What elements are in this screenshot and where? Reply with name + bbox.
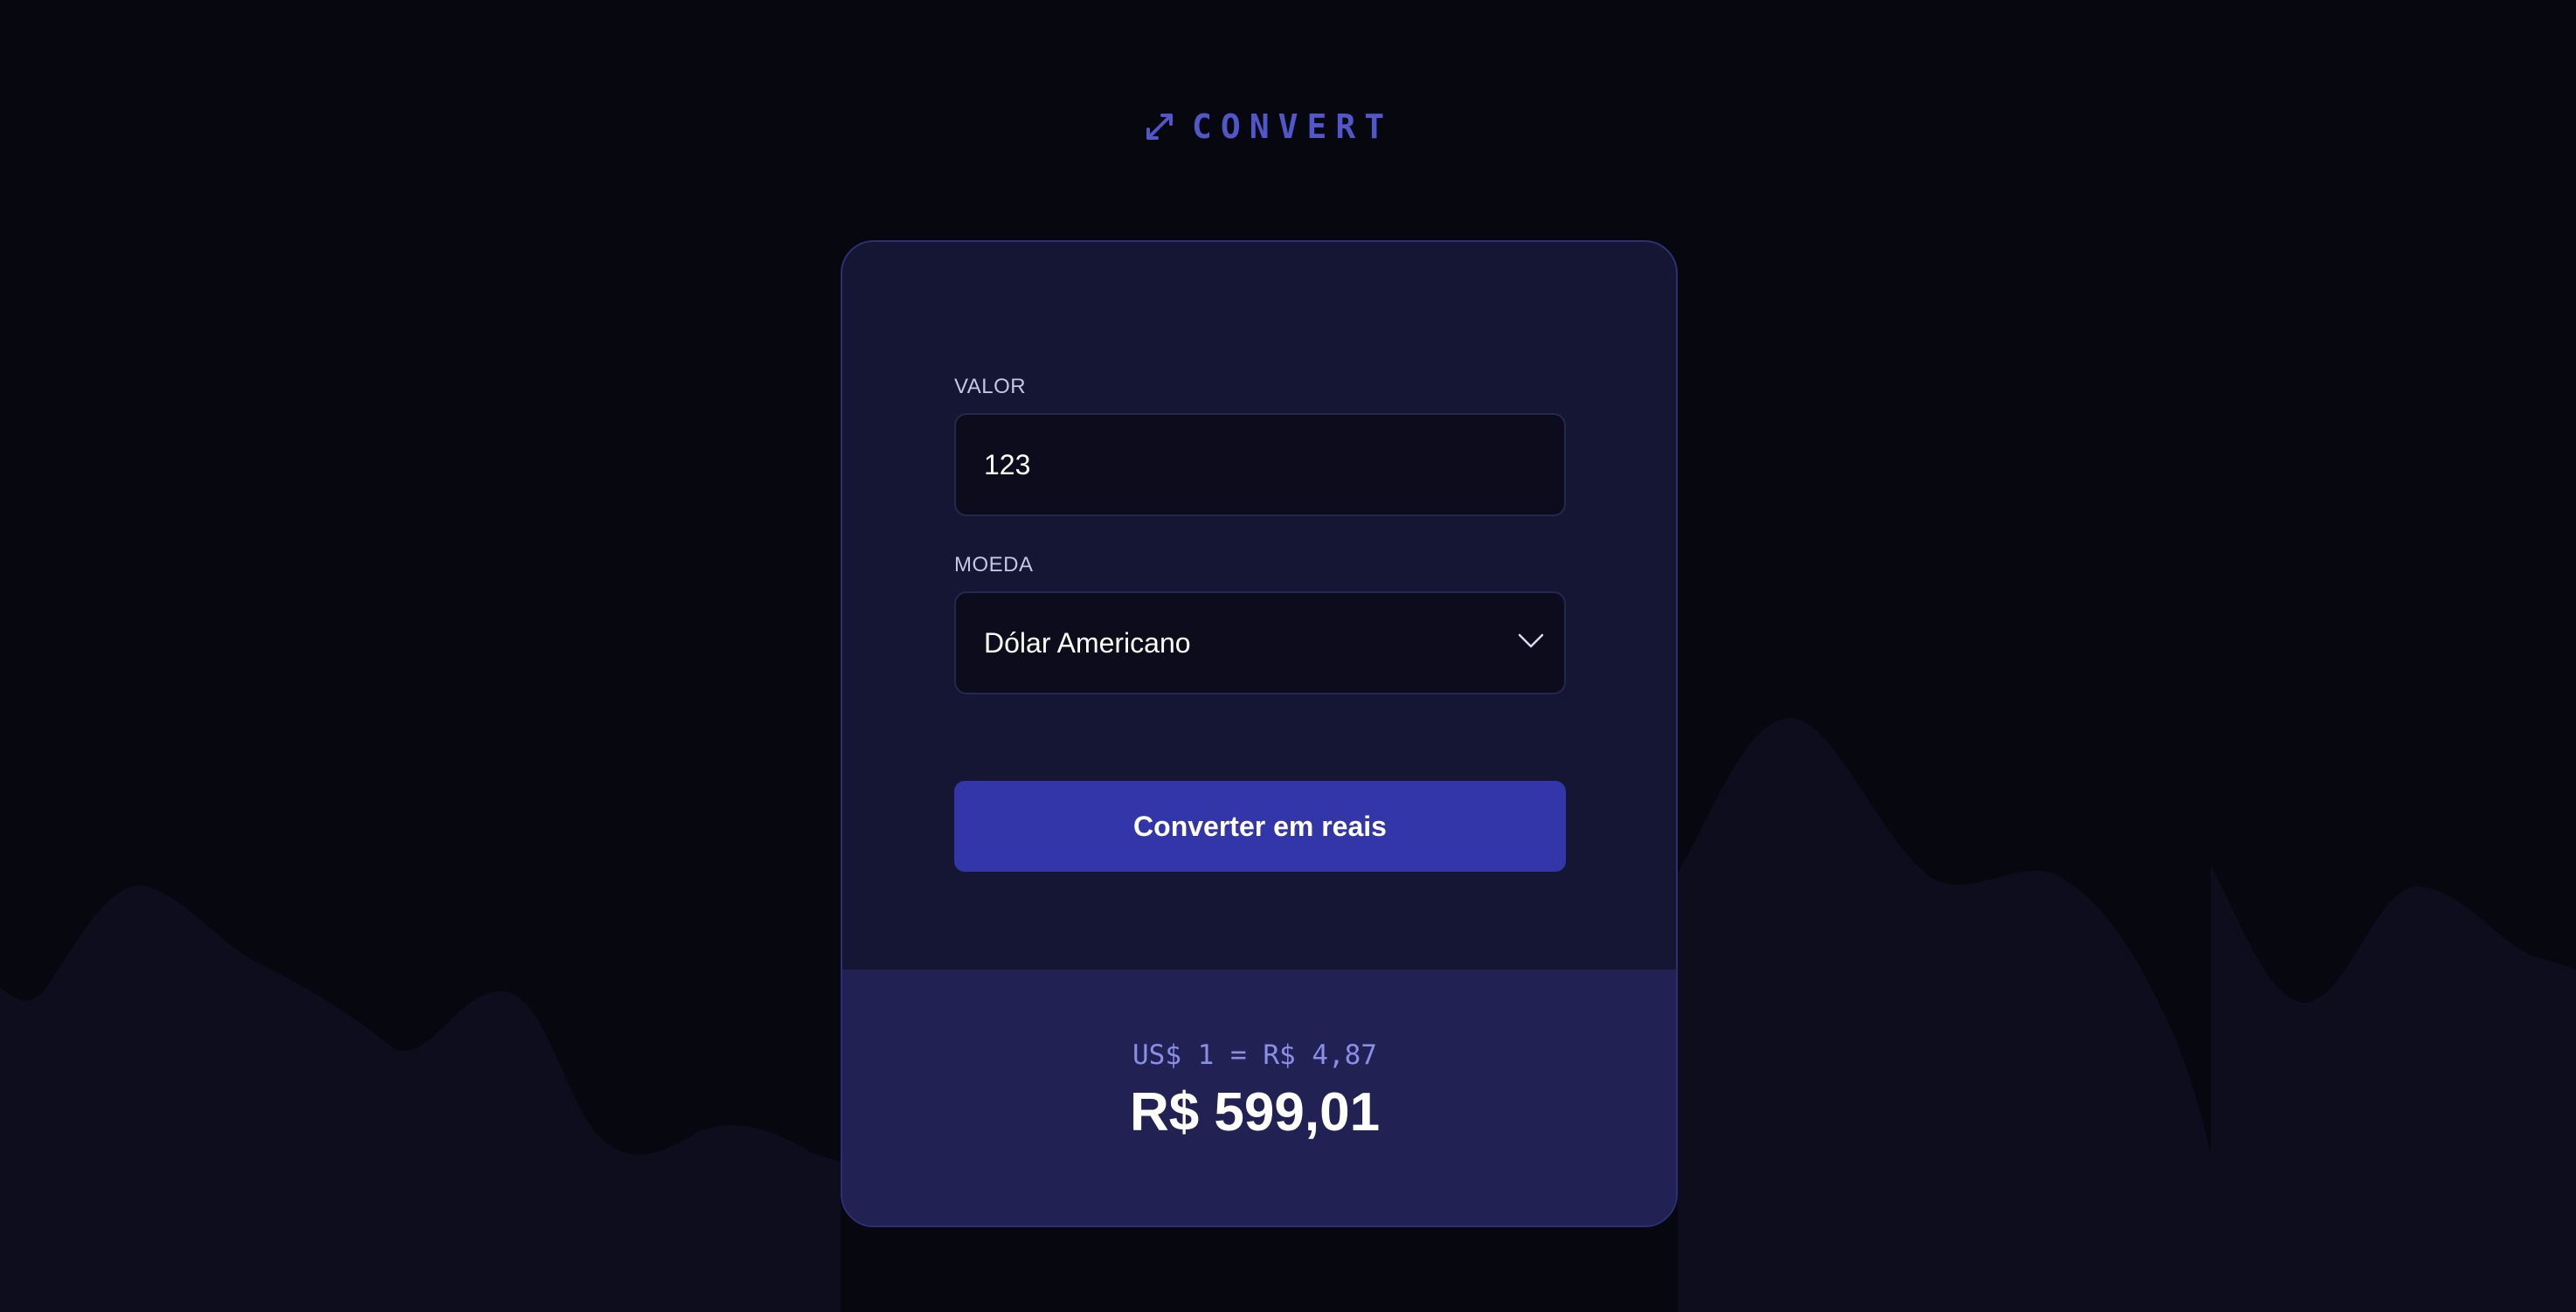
converter-form: VALOR 123 MOEDA Dólar Americano Converte… [842, 242, 1676, 970]
currency-selected-value: Dólar Americano [984, 626, 1191, 659]
exchange-rate-text: US$ 1 = R$ 4,87 [1132, 1039, 1377, 1071]
currency-select[interactable]: Dólar Americano [954, 591, 1566, 694]
converter-card: VALOR 123 MOEDA Dólar Americano Converte… [841, 240, 1678, 1227]
result-panel: US$ 1 = R$ 4,87 R$ 599,01 [842, 970, 1676, 1226]
converted-total: R$ 599,01 [1129, 1082, 1381, 1143]
convert-button[interactable]: Converter em reais [954, 781, 1566, 872]
exchange-arrows-icon [1146, 114, 1173, 140]
app-logo: CONVERT [1145, 105, 1393, 148]
currency-label: MOEDA [954, 553, 1034, 577]
amount-input[interactable]: 123 [954, 413, 1566, 516]
app-screen: CONVERT VALOR 123 MOEDA Dólar Americano … [0, 0, 2576, 1312]
logo-text: CONVERT [1192, 107, 1394, 146]
chevron-down-icon [1518, 633, 1544, 648]
amount-label: VALOR [954, 375, 1027, 398]
